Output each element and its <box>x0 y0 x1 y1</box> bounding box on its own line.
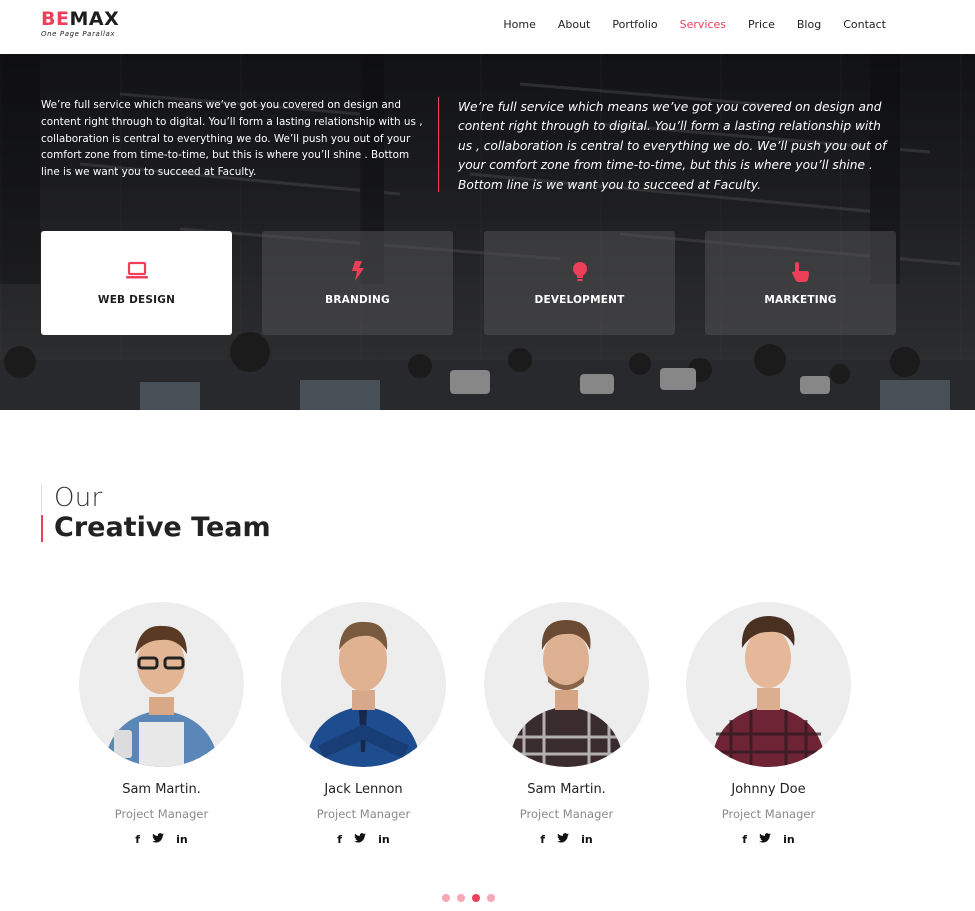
linkedin-icon[interactable]: in <box>783 833 795 846</box>
twitter-icon[interactable] <box>152 833 165 846</box>
carousel-dot-1[interactable] <box>442 894 450 902</box>
linkedin-icon[interactable]: in <box>581 833 593 846</box>
service-label: WEB DESIGN <box>97 294 176 306</box>
service-card-development[interactable]: DEVELOPMENT <box>484 231 675 335</box>
member-name: Jack Lennon <box>324 782 403 797</box>
member-name: Sam Martin. <box>527 782 606 797</box>
team-member-card: Jack Lennon Project Manager f in <box>281 602 446 846</box>
team-title: Creative Team <box>54 512 271 543</box>
hero-quote: We’re full service which means we’ve got… <box>458 100 887 192</box>
team-member-card: Sam Martin. Project Manager f in <box>484 602 649 846</box>
avatar <box>281 602 446 767</box>
linkedin-icon[interactable]: in <box>378 833 390 846</box>
carousel-pagination <box>442 894 495 902</box>
carousel-dot-4[interactable] <box>487 894 495 902</box>
heading-accent-line <box>41 484 42 513</box>
social-links: f in <box>79 833 244 846</box>
carousel-dot-2[interactable] <box>457 894 465 902</box>
member-name: Johnny Doe <box>731 782 806 797</box>
laptop-icon <box>41 261 232 283</box>
hero-divider <box>438 97 439 192</box>
social-links: f in <box>686 833 851 846</box>
nav-portfolio[interactable]: Portfolio <box>612 18 657 31</box>
logo[interactable]: BEMAX One Page Parallax <box>41 9 119 38</box>
logo-wordmark: BEMAX <box>41 9 119 29</box>
nav-home[interactable]: Home <box>503 18 535 31</box>
team-member-card: Johnny Doe Project Manager f in <box>686 602 851 846</box>
social-links: f in <box>484 833 649 846</box>
hero-description: We’re full service which means we’ve got… <box>41 99 423 179</box>
nav-contact[interactable]: Contact <box>843 18 886 31</box>
member-role: Project Manager <box>519 807 614 821</box>
heading-accent-bar <box>41 515 43 542</box>
member-name: Sam Martin. <box>122 782 201 797</box>
carousel-dot-3[interactable] <box>472 894 480 902</box>
service-label: DEVELOPMENT <box>534 294 625 306</box>
service-card-web-design[interactable]: WEB DESIGN <box>41 231 232 335</box>
twitter-icon[interactable] <box>759 833 772 846</box>
logo-prefix: BE <box>41 8 70 30</box>
nav-price[interactable]: Price <box>748 18 775 31</box>
avatar <box>686 602 851 767</box>
service-card-branding[interactable]: BRANDING <box>262 231 453 335</box>
pointer-hand-icon <box>705 261 896 283</box>
service-label: BRANDING <box>325 294 390 306</box>
member-role: Project Manager <box>721 807 816 821</box>
facebook-icon[interactable]: f <box>337 833 342 846</box>
logo-suffix: MAX <box>69 8 120 30</box>
facebook-icon[interactable]: f <box>540 833 545 846</box>
site-header: BEMAX One Page Parallax Home About Portf… <box>0 0 975 54</box>
service-label: MARKETING <box>764 294 837 306</box>
avatar <box>484 602 649 767</box>
services-hero: We’re full service which means we’ve got… <box>0 54 975 410</box>
bolt-icon <box>262 261 453 283</box>
member-role: Project Manager <box>316 807 411 821</box>
facebook-icon[interactable]: f <box>742 833 747 846</box>
bulb-icon <box>484 261 675 283</box>
team-member-card: Sam Martin. Project Manager f in <box>79 602 244 846</box>
member-role: Project Manager <box>114 807 209 821</box>
nav-services[interactable]: Services <box>680 18 726 31</box>
avatar <box>79 602 244 767</box>
nav-about[interactable]: About <box>558 18 591 31</box>
social-links: f in <box>281 833 446 846</box>
logo-tagline: One Page Parallax <box>41 30 116 38</box>
team-subtitle: Our <box>54 483 103 513</box>
service-card-marketing[interactable]: MARKETING <box>705 231 896 335</box>
twitter-icon[interactable] <box>354 833 367 846</box>
main-nav: Home About Portfolio Services Price Blog… <box>481 18 886 31</box>
twitter-icon[interactable] <box>557 833 570 846</box>
linkedin-icon[interactable]: in <box>176 833 188 846</box>
facebook-icon[interactable]: f <box>135 833 140 846</box>
nav-blog[interactable]: Blog <box>797 18 821 31</box>
